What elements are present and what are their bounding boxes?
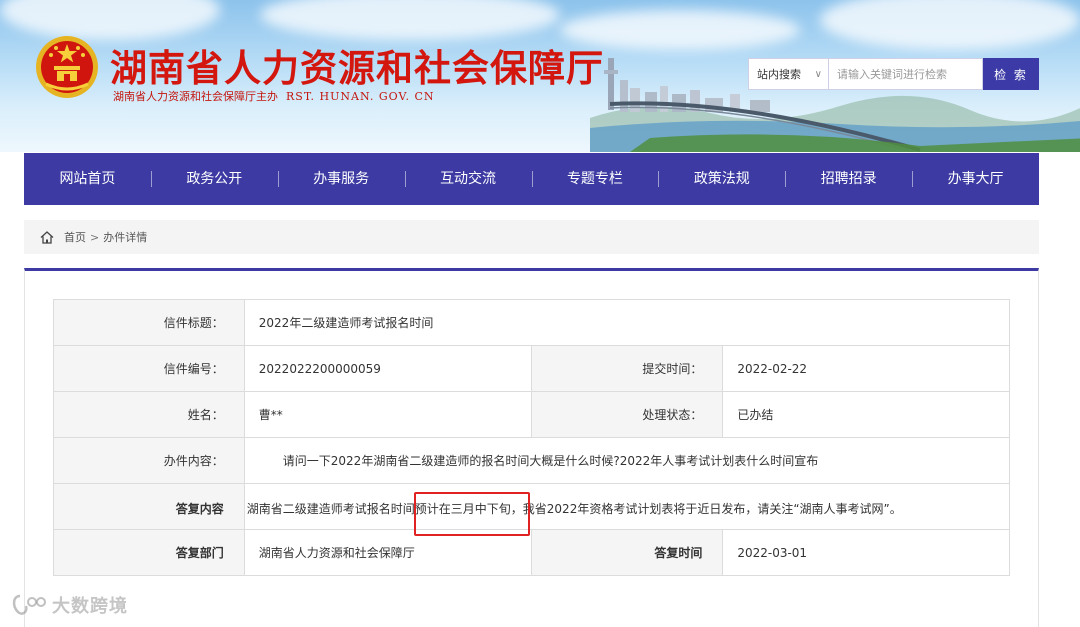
table-row: 答复部门 湖南省人力资源和社会保障厅 答复时间 2022-03-01 (53, 529, 1010, 576)
reply-time-value: 2022-03-01 (722, 529, 1010, 576)
name-value: 曹** (243, 391, 532, 438)
table-row: 答复内容 湖南省二级建造师考试报名时间预计在三月中下旬，我省2022年资格考试计… (53, 483, 1011, 530)
submit-time-value: 2022-02-22 (722, 345, 1010, 392)
table-row: 信件标题： 2022年二级建造师考试报名时间 (53, 299, 1011, 346)
search-input[interactable] (828, 58, 983, 90)
breadcrumb: 首页 > 办件详情 (24, 220, 1039, 254)
nav-item-services[interactable]: 办事服务 (277, 153, 405, 205)
content-value: 请问一下2022年湖南省二级建造师的报名时间大概是什么时候?2022年人事考试计… (243, 437, 1011, 484)
national-emblem-icon (36, 36, 98, 98)
reply-time-label: 答复时间 (530, 529, 724, 576)
highlight-annotation-box (414, 492, 530, 536)
title-value: 2022年二级建造师考试报名时间 (243, 299, 1011, 346)
reply-dept-value: 湖南省人力资源和社会保障厅 (243, 529, 532, 576)
breadcrumb-home-link[interactable]: 首页 (64, 229, 86, 245)
status-label: 处理状态： (530, 391, 724, 438)
watermark-logo-icon (12, 594, 46, 615)
nav-item-service-hall[interactable]: 办事大厅 (912, 153, 1039, 205)
table-row: 姓名： 曹** 处理状态： 已办结 (53, 391, 1010, 438)
site-title: 湖南省人力资源和社会保障厅 (110, 47, 604, 90)
nav-item-home[interactable]: 网站首页 (24, 153, 151, 205)
watermark: 大数跨境 (10, 592, 128, 618)
nav-item-policies[interactable]: 政策法规 (658, 153, 785, 205)
main-nav: 网站首页 政务公开 办事服务 互动交流 专题专栏 政策法规 招聘招录 办事大厅 (24, 153, 1039, 205)
search-button[interactable]: 检 索 (983, 58, 1039, 90)
watermark-text: 大数跨境 (52, 596, 128, 617)
breadcrumb-current: 办件详情 (103, 231, 148, 244)
home-icon[interactable] (40, 230, 54, 244)
nav-item-recruitment[interactable]: 招聘招录 (785, 153, 912, 205)
breadcrumb-separator: > (90, 230, 100, 244)
table-row: 办件内容： 请问一下2022年湖南省二级建造师的报名时间大概是什么时候?2022… (53, 437, 1011, 484)
table-row: 信件编号： 2022022200000059 提交时间： 2022-02-22 (53, 345, 1010, 392)
reply-cell: 湖南省二级建造师考试报名时间预计在三月中下旬，我省2022年资格考试计划表将于近… (243, 483, 1011, 530)
name-label: 姓名： (53, 391, 245, 438)
search-scope-label: 站内搜索 (757, 68, 801, 81)
nav-item-government-affairs[interactable]: 政务公开 (150, 153, 278, 205)
site-subtitle: 湖南省人力资源和社会保障厅主办 RST. HUNAN. GOV. CN (113, 88, 435, 104)
title-label: 信件标题： (53, 299, 245, 346)
search-bar: 站内搜索 ∨ 检 索 (748, 58, 1039, 90)
nav-item-interaction[interactable]: 互动交流 (404, 153, 532, 205)
reply-value: 湖南省二级建造师考试报名时间预计在三月中下旬，我省2022年资格考试计划表将于近… (246, 502, 902, 516)
submit-time-label: 提交时间： (530, 345, 724, 392)
nav-item-topics[interactable]: 专题专栏 (531, 153, 659, 205)
reply-dept-label: 答复部门 (53, 529, 245, 576)
number-value: 2022022200000059 (243, 345, 532, 392)
letter-detail-table: 信件标题： 2022年二级建造师考试报名时间 信件编号： 20220222000… (53, 299, 1011, 576)
number-label: 信件编号： (53, 345, 245, 392)
status-value: 已办结 (722, 391, 1010, 438)
reply-label: 答复内容 (53, 483, 245, 530)
chevron-down-icon: ∨ (814, 68, 822, 80)
site-domain: RST. HUNAN. GOV. CN (286, 90, 435, 103)
site-sponsor: 湖南省人力资源和社会保障厅主办 (113, 90, 278, 103)
content-label: 办件内容： (53, 437, 245, 484)
search-scope-select[interactable]: 站内搜索 ∨ (748, 58, 828, 90)
